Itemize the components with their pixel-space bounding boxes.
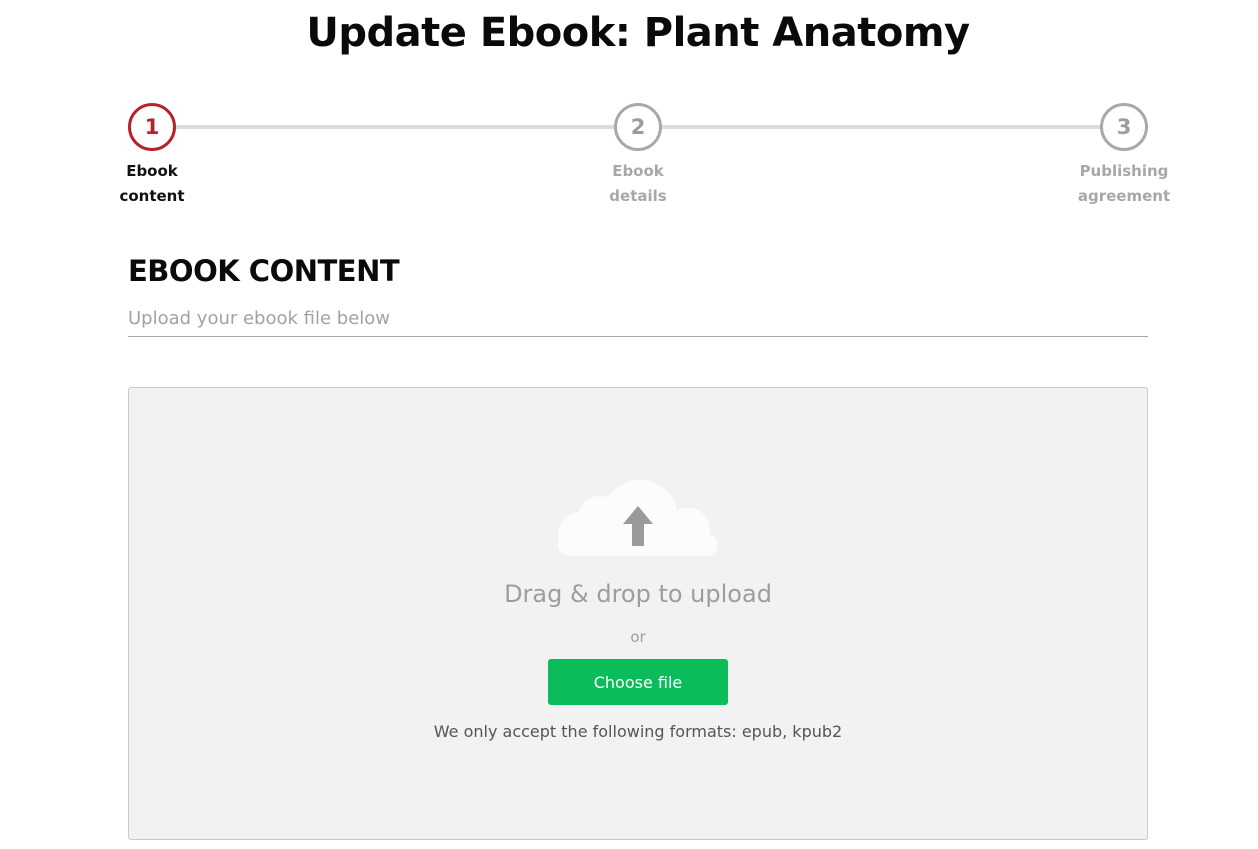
- page-title: Update Ebook: Plant Anatomy: [306, 10, 970, 56]
- step-label: Ebook details: [609, 162, 667, 205]
- step-ebook-content[interactable]: 1 Ebook content: [82, 103, 222, 209]
- cloud-upload-icon: [558, 480, 718, 556]
- section-title: EBOOK CONTENT: [128, 254, 400, 288]
- step-ebook-details[interactable]: 2 Ebook details: [568, 103, 708, 209]
- dropzone-or-text: or: [630, 628, 646, 646]
- accepted-formats-text: We only accept the following formats: ep…: [433, 722, 843, 741]
- step-label: Ebook content: [119, 162, 185, 205]
- dropzone-title: Drag & drop to upload: [504, 580, 772, 608]
- step-number-circle: 1: [128, 103, 176, 151]
- section-subtitle: Upload your ebook file below: [128, 308, 391, 329]
- section-divider: [128, 336, 1148, 337]
- page: Update Ebook: Plant Anatomy 1 Ebook cont…: [0, 0, 1258, 849]
- step-label: Publishing agreement: [1077, 162, 1171, 205]
- progress-stepper: 1 Ebook content 2 Ebook details 3 Publis…: [0, 103, 1258, 213]
- step-publishing-agreement[interactable]: 3 Publishing agreement: [1054, 103, 1194, 209]
- step-number-circle: 3: [1100, 103, 1148, 151]
- file-dropzone[interactable]: Drag & drop to upload or Choose file We …: [128, 387, 1148, 840]
- choose-file-button[interactable]: Choose file: [548, 659, 728, 705]
- step-number-circle: 2: [614, 103, 662, 151]
